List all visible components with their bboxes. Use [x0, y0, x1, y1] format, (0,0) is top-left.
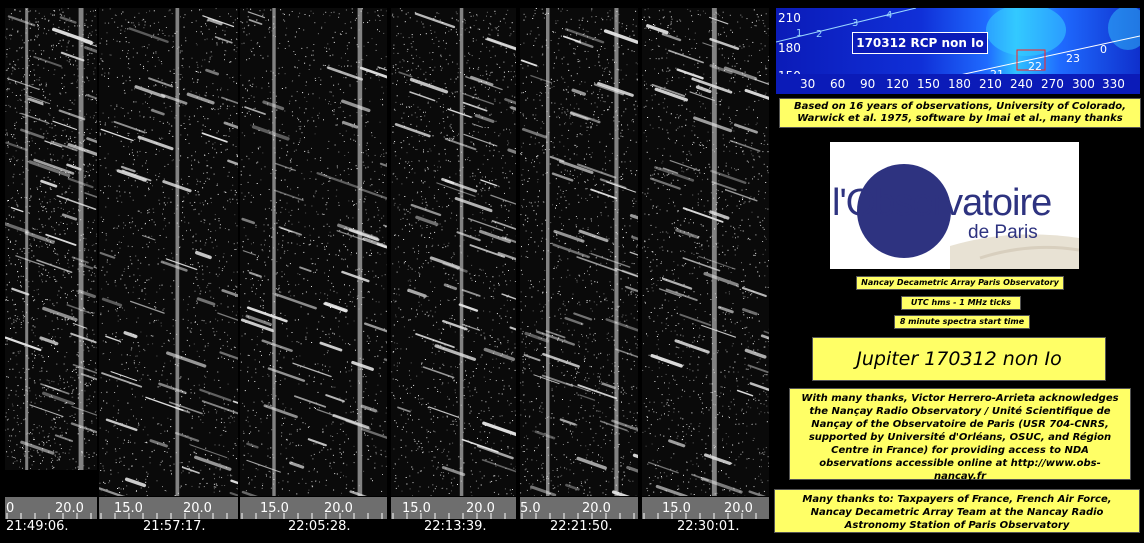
frequency-axis-1: 0 20.0: [5, 497, 97, 519]
thanks-text: Many thanks to: Taxpayers of France, Fre…: [774, 489, 1140, 533]
map-y-label: 210: [778, 11, 801, 25]
map-x-label: 210: [979, 77, 1002, 91]
map-x-label: 330: [1102, 77, 1125, 91]
frequency-axis-4: 15.0 20.0: [391, 497, 516, 519]
probability-map-x-axis: 30 60 90 120 150 180 210 240 270 300 330: [776, 74, 1140, 94]
acknowledgement-text: With many thanks, Victor Herrero-Arrieta…: [789, 388, 1131, 482]
logo-text-sub: de Paris: [968, 222, 1038, 243]
nancay-label: Nancay Decametric Array Paris Observator…: [856, 276, 1064, 290]
chart-title: Jupiter 170312 non Io: [812, 337, 1106, 381]
imai-credit: Based on 16 years of observations, Unive…: [779, 98, 1141, 128]
spectrogram-panel-6: [642, 8, 769, 496]
track-number: 4: [886, 10, 892, 21]
track-number: 22: [1028, 60, 1042, 73]
map-x-label: 120: [886, 77, 909, 91]
observatoire-de-paris-logo: l'Observatoire de Paris: [830, 142, 1079, 269]
start-time-4: 22:13:39.: [424, 519, 487, 534]
probability-map-title: 170312 RCP non Io: [852, 32, 988, 54]
start-time-5: 22:21:50.: [550, 519, 613, 534]
track-number: 1: [796, 28, 802, 39]
frequency-axis-5: 5.0 20.0: [520, 497, 638, 519]
track-number: 0: [1100, 43, 1107, 56]
map-x-label: 270: [1041, 77, 1064, 91]
frequency-axis-6: 15.0 20.0: [642, 497, 769, 519]
tick-legend: UTC hms - 1 MHz ticks: [901, 296, 1021, 310]
start-time-6: 22:30:01.: [677, 519, 740, 534]
track-number: 3: [852, 18, 858, 29]
io-probability-map: 210 180 150 1 2 3 4 21 22 23 0 170312 RC…: [776, 8, 1140, 74]
map-y-label: 180: [778, 41, 801, 55]
start-time-2: 21:57:17.: [143, 519, 206, 534]
spectrogram-panel-1: [5, 8, 97, 470]
frequency-axis-3: 15.0 20.0: [240, 497, 387, 519]
start-time-legend: 8 minute spectra start time: [894, 315, 1030, 329]
start-time-1: 21:49:06.: [6, 519, 69, 534]
frequency-axis-2: 15.0 20.0: [99, 497, 238, 519]
spectrogram-2: [99, 8, 238, 496]
map-x-label: 30: [800, 77, 816, 91]
spectrogram-panel-2: [99, 8, 238, 496]
map-x-label: 90: [860, 77, 876, 91]
map-x-label: 300: [1072, 77, 1095, 91]
map-x-label: 60: [830, 77, 846, 91]
spectrogram-6: [642, 8, 769, 496]
track-number: 23: [1066, 52, 1080, 65]
spectrogram-panel-4: [391, 8, 516, 496]
spectrogram-5: [520, 8, 638, 496]
start-time-3: 22:05:28.: [288, 519, 351, 534]
spectrogram-3: [240, 8, 387, 496]
spectrogram-1: [5, 8, 97, 470]
track-number: 2: [816, 29, 822, 40]
spectrogram-4: [391, 8, 516, 496]
map-x-label: 180: [948, 77, 971, 91]
spectrogram-panel-5: [520, 8, 638, 496]
spectrogram-panel-3: [240, 8, 387, 496]
logo-text-main: l'Observatoire: [832, 182, 1052, 224]
map-x-label: 240: [1010, 77, 1033, 91]
map-x-label: 150: [917, 77, 940, 91]
